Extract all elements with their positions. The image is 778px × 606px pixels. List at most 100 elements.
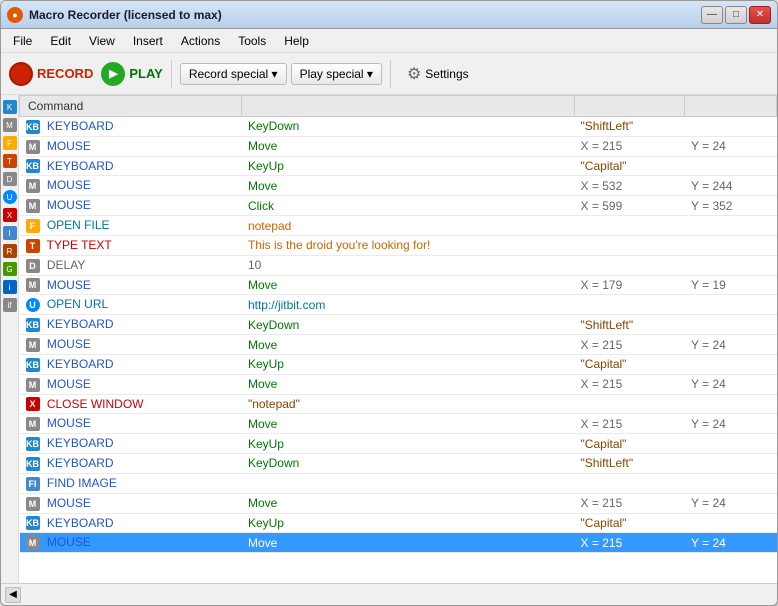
cell-action: Move xyxy=(242,275,575,295)
command-name: TYPE TEXT xyxy=(47,238,112,252)
table-row[interactable]: M MOUSE Move X = 532 Y = 244 xyxy=(20,176,777,196)
title-bar: ● Macro Recorder (licensed to max) — □ ✕ xyxy=(1,1,777,29)
cell-command: T TYPE TEXT xyxy=(20,235,242,255)
cell-command: D DELAY xyxy=(20,255,242,275)
menu-help[interactable]: Help xyxy=(276,32,317,50)
scroll-left-button[interactable]: ◀ xyxy=(5,587,21,603)
sidebar-icon-8[interactable]: R xyxy=(3,244,17,258)
play-label: PLAY xyxy=(129,66,162,81)
sidebar-icon-4[interactable]: D xyxy=(3,172,17,186)
cell-action xyxy=(242,473,575,493)
sidebar-icon-11[interactable]: if xyxy=(3,298,17,312)
record-special-dropdown[interactable]: Record special ▾ xyxy=(180,63,287,85)
table-row[interactable]: M MOUSE Move X = 215 Y = 24 xyxy=(20,493,777,513)
command-icon: M xyxy=(26,140,40,154)
cell-param2 xyxy=(685,315,777,335)
command-name: KEYBOARD xyxy=(47,159,114,173)
menu-insert[interactable]: Insert xyxy=(125,32,171,50)
cell-action: Click xyxy=(242,196,575,216)
command-name: MOUSE xyxy=(47,139,91,153)
menu-actions[interactable]: Actions xyxy=(173,32,228,50)
cell-param1 xyxy=(575,473,685,493)
cell-param1: X = 215 xyxy=(575,493,685,513)
cell-action: Move xyxy=(242,176,575,196)
maximize-button[interactable]: □ xyxy=(725,6,747,24)
table-row[interactable]: KB KEYBOARD KeyUp "Capital" xyxy=(20,434,777,454)
sidebar-icon-9[interactable]: G xyxy=(3,262,17,276)
cell-action: Move xyxy=(242,374,575,394)
cell-action: notepad xyxy=(242,216,575,236)
table-row[interactable]: KB KEYBOARD KeyDown "ShiftLeft" xyxy=(20,117,777,137)
command-icon: M xyxy=(26,497,40,511)
column-header-param2 xyxy=(685,96,777,117)
main-window: ● Macro Recorder (licensed to max) — □ ✕… xyxy=(0,0,778,606)
play-button[interactable]: ▶ PLAY xyxy=(101,62,162,86)
menu-edit[interactable]: Edit xyxy=(42,32,79,50)
table-row[interactable]: M MOUSE Move X = 215 Y = 24 xyxy=(20,136,777,156)
sidebar-icon-1[interactable]: M xyxy=(3,118,17,132)
command-icon: M xyxy=(26,278,40,292)
table-row[interactable]: F OPEN FILE notepad xyxy=(20,216,777,236)
cell-command: KB KEYBOARD xyxy=(20,454,242,474)
cell-param1: "Capital" xyxy=(575,434,685,454)
command-icon: M xyxy=(26,179,40,193)
cell-param1: X = 215 xyxy=(575,414,685,434)
table-row[interactable]: M MOUSE Move X = 215 Y = 24 xyxy=(20,533,777,553)
cell-command: M MOUSE xyxy=(20,176,242,196)
window-controls: — □ ✕ xyxy=(701,6,771,24)
cell-command: KB KEYBOARD xyxy=(20,117,242,137)
table-row[interactable]: M MOUSE Move X = 215 Y = 24 xyxy=(20,374,777,394)
table-row[interactable]: M MOUSE Click X = 599 Y = 352 xyxy=(20,196,777,216)
cell-param2: Y = 24 xyxy=(685,374,777,394)
cell-param2 xyxy=(685,454,777,474)
sidebar-icon-7[interactable]: I xyxy=(3,226,17,240)
table-row[interactable]: KB KEYBOARD KeyDown "ShiftLeft" xyxy=(20,454,777,474)
table-row[interactable]: D DELAY 10 xyxy=(20,255,777,275)
cell-command: FI FIND IMAGE xyxy=(20,473,242,493)
command-table-container[interactable]: Command KB KEYBOARD KeyDown "ShiftLeft" … xyxy=(19,95,777,583)
sidebar-icon-5[interactable]: U xyxy=(3,190,17,204)
cell-param1: "Capital" xyxy=(575,513,685,533)
sidebar-icon-10[interactable]: i xyxy=(3,280,17,294)
command-icon: T xyxy=(26,239,40,253)
cell-action: KeyDown xyxy=(242,454,575,474)
command-name: MOUSE xyxy=(47,496,91,510)
menu-view[interactable]: View xyxy=(81,32,123,50)
table-row[interactable]: KB KEYBOARD KeyUp "Capital" xyxy=(20,354,777,374)
cell-command: M MOUSE xyxy=(20,136,242,156)
table-row[interactable]: FI FIND IMAGE xyxy=(20,473,777,493)
sidebar-icon-2[interactable]: F xyxy=(3,136,17,150)
play-special-label: Play special ▾ xyxy=(300,67,373,81)
minimize-button[interactable]: — xyxy=(701,6,723,24)
table-row[interactable]: M MOUSE Move X = 179 Y = 19 xyxy=(20,275,777,295)
play-special-dropdown[interactable]: Play special ▾ xyxy=(291,63,382,85)
column-header-param1 xyxy=(575,96,685,117)
table-row[interactable]: KB KEYBOARD KeyUp "Capital" xyxy=(20,156,777,176)
table-row[interactable]: M MOUSE Move X = 215 Y = 24 xyxy=(20,414,777,434)
cell-param2 xyxy=(685,354,777,374)
command-icon: X xyxy=(26,397,40,411)
table-row[interactable]: X CLOSE WINDOW "notepad" xyxy=(20,394,777,414)
table-row[interactable]: T TYPE TEXT This is the droid you're loo… xyxy=(20,235,777,255)
sidebar-icon-3[interactable]: T xyxy=(3,154,17,168)
settings-button[interactable]: ⚙ Settings xyxy=(399,61,477,87)
table-row[interactable]: U OPEN URL http://jitbit.com xyxy=(20,295,777,315)
cell-action: Move xyxy=(242,533,575,553)
command-name: MOUSE xyxy=(47,178,91,192)
table-row[interactable]: KB KEYBOARD KeyDown "ShiftLeft" xyxy=(20,315,777,335)
sidebar-icon-0[interactable]: K xyxy=(3,100,17,114)
command-name: OPEN URL xyxy=(47,297,108,311)
table-row[interactable]: M MOUSE Move X = 215 Y = 24 xyxy=(20,335,777,355)
menu-bar: File Edit View Insert Actions Tools Help xyxy=(1,29,777,53)
command-icon: KB xyxy=(26,318,40,332)
table-row[interactable]: KB KEYBOARD KeyUp "Capital" xyxy=(20,513,777,533)
close-button[interactable]: ✕ xyxy=(749,6,771,24)
menu-file[interactable]: File xyxy=(5,32,40,50)
command-icon: KB xyxy=(26,457,40,471)
cell-param1: "ShiftLeft" xyxy=(575,117,685,137)
command-icon: KB xyxy=(26,516,40,530)
command-icon: FI xyxy=(26,477,40,491)
sidebar-icon-6[interactable]: X xyxy=(3,208,17,222)
menu-tools[interactable]: Tools xyxy=(230,32,274,50)
record-button[interactable]: RECORD xyxy=(9,62,93,86)
